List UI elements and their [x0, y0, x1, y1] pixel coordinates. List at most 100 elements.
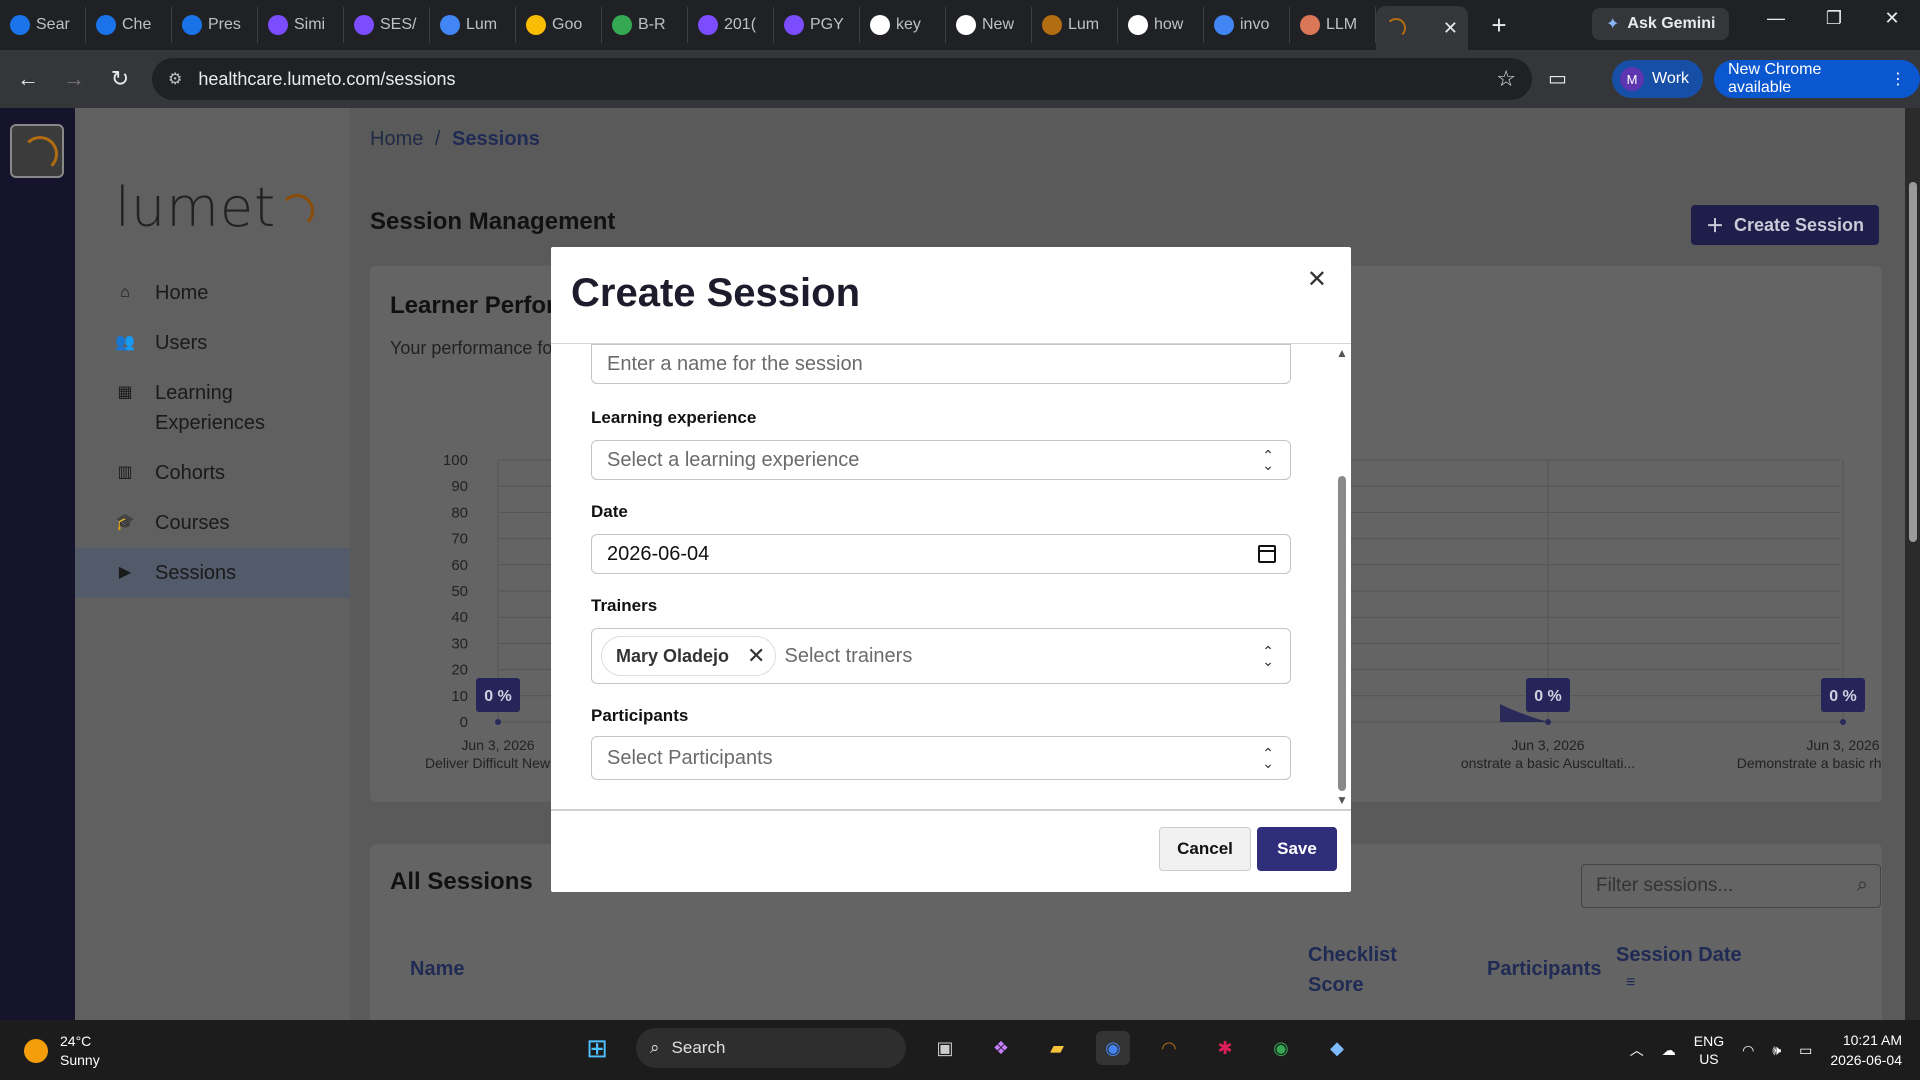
- browser-tab[interactable]: Che: [86, 7, 172, 43]
- cancel-button[interactable]: Cancel: [1159, 827, 1251, 871]
- lumeto-icon: [1042, 15, 1062, 35]
- volume-icon[interactable]: 🕪: [1772, 1042, 1781, 1059]
- participants-select[interactable]: Select Participants ⌃ ⌄: [591, 736, 1291, 780]
- date-label: Date: [591, 502, 628, 521]
- windows-start-icon[interactable]: ⊞: [580, 1031, 614, 1065]
- participants-label: Participants: [591, 706, 689, 725]
- browser-tab[interactable]: Goo: [516, 7, 602, 43]
- remove-chip-icon[interactable]: ✕: [747, 643, 765, 669]
- trainers-placeholder: Select trainers: [784, 644, 913, 667]
- updown-chevron-icon: ⌃ ⌄: [1262, 643, 1274, 669]
- restore-icon[interactable]: ❐: [1814, 8, 1854, 29]
- ask-gemini-button[interactable]: ✦ Ask Gemini: [1592, 8, 1730, 40]
- forward-icon[interactable]: →: [56, 66, 92, 92]
- modal-overlay: Create Session ✕ Enter a name for the se…: [0, 108, 1920, 1020]
- google-icon: [870, 15, 890, 35]
- clock[interactable]: 10:21 AM 2026-06-04: [1830, 1030, 1902, 1070]
- browser-tab[interactable]: key: [860, 7, 946, 43]
- sun-icon: [24, 1039, 48, 1063]
- browser-tab[interactable]: invo: [1204, 7, 1290, 43]
- language-indicator[interactable]: ENG US: [1694, 1032, 1724, 1068]
- tab-label: Pres: [208, 16, 241, 33]
- back-icon[interactable]: ←: [10, 66, 46, 92]
- scroll-up-icon[interactable]: ▲: [1336, 346, 1348, 360]
- modal-scroll-thumb[interactable]: [1338, 476, 1346, 791]
- browser-tab[interactable]: LLM: [1290, 7, 1376, 43]
- close-tab-icon[interactable]: ✕: [1443, 18, 1458, 39]
- search-icon: ⌕: [650, 1038, 660, 1057]
- meet-icon: [526, 15, 546, 35]
- chevron-up-icon[interactable]: ︿: [1630, 1040, 1644, 1060]
- taskbar-search[interactable]: ⌕ Search: [636, 1028, 906, 1068]
- region-code: US: [1699, 1051, 1719, 1067]
- browser-tab[interactable]: how: [1118, 7, 1204, 43]
- tab-label: SES/: [380, 16, 417, 33]
- trainers-select[interactable]: Mary Oladejo ✕ Select trainers ⌃ ⌄: [591, 628, 1291, 684]
- weather-condition: Sunny: [60, 1052, 100, 1068]
- scroll-down-icon[interactable]: ▼: [1336, 793, 1348, 807]
- session-name-input[interactable]: Enter a name for the session: [591, 344, 1291, 384]
- participants-placeholder: Select Participants: [607, 746, 773, 769]
- more-vert-icon[interactable]: ⋮: [1890, 69, 1906, 89]
- play-icon: [784, 15, 804, 35]
- date-input[interactable]: 2026-06-04: [591, 534, 1291, 574]
- date: 2026-06-04: [1830, 1052, 1902, 1068]
- browser-tab[interactable]: Pres: [172, 7, 258, 43]
- file-explorer-icon[interactable]: ▰: [1040, 1031, 1074, 1065]
- number-4-icon: [440, 15, 460, 35]
- save-button[interactable]: Save: [1257, 827, 1337, 871]
- new-chrome-available-button[interactable]: New Chrome available ⋮: [1714, 60, 1920, 98]
- window-close-icon[interactable]: ✕: [1872, 8, 1912, 29]
- bookmark-star-icon[interactable]: ☆: [1496, 66, 1516, 92]
- wifi-icon[interactable]: ◠: [1742, 1042, 1754, 1059]
- browser-tab[interactable]: Lum: [430, 7, 516, 43]
- time: 10:21 AM: [1842, 1032, 1902, 1048]
- m365-icon[interactable]: ◆: [1320, 1031, 1354, 1065]
- learning-experience-select[interactable]: Select a learning experience ⌃ ⌄: [591, 440, 1291, 480]
- calendar-icon[interactable]: [1258, 545, 1276, 563]
- copilot-icon[interactable]: ❖: [984, 1031, 1018, 1065]
- task-view-icon[interactable]: ▣: [928, 1031, 962, 1065]
- weather-widget[interactable]: 24°C Sunny: [24, 1032, 100, 1070]
- chrome-icon[interactable]: ◉: [1264, 1031, 1298, 1065]
- browser-tab[interactable]: 201(: [688, 7, 774, 43]
- minimize-icon[interactable]: —: [1756, 8, 1796, 29]
- circle-c-icon: [96, 15, 116, 35]
- cast-icon[interactable]: ▭: [1548, 66, 1567, 91]
- browser-tab[interactable]: Simi: [258, 7, 344, 43]
- address-bar[interactable]: ⚙ healthcare.lumeto.com/sessions ☆: [152, 58, 1532, 100]
- browser-tab[interactable]: PGY: [774, 7, 860, 43]
- drive-icon: [612, 15, 632, 35]
- video-icon: [354, 15, 374, 35]
- web-page: lumet ⌂ Home 👥 Users ▦ Learning Experiences ▥ C…: [0, 108, 1920, 1020]
- active-tab[interactable]: ✕: [1376, 6, 1468, 50]
- reload-icon[interactable]: ↻: [102, 66, 138, 92]
- modal-scrollbar[interactable]: ▲ ▼: [1335, 346, 1349, 807]
- browser-tab[interactable]: Lum: [1032, 7, 1118, 43]
- lumeto-taskbar-icon[interactable]: ◠: [1152, 1031, 1186, 1065]
- tab-label: Lum: [1068, 16, 1100, 33]
- claude-icon: [1300, 15, 1320, 35]
- tab-label: how: [1154, 16, 1184, 33]
- tab-label: Che: [122, 16, 152, 33]
- onedrive-icon[interactable]: ☁: [1662, 1042, 1676, 1059]
- browser-tab[interactable]: Sear: [0, 7, 86, 43]
- tab-label: B-R: [638, 16, 666, 33]
- tab-label: Goo: [552, 16, 583, 33]
- learning-experience-placeholder: Select a learning experience: [607, 448, 860, 471]
- profile-button[interactable]: M Work: [1612, 60, 1704, 98]
- browser-tab[interactable]: New: [946, 7, 1032, 43]
- close-icon[interactable]: ✕: [1307, 265, 1327, 294]
- new-tab-icon[interactable]: +: [1484, 10, 1514, 41]
- tab-label: Simi: [294, 16, 326, 33]
- battery-icon[interactable]: ▭: [1799, 1042, 1812, 1059]
- site-settings-icon[interactable]: ⚙: [168, 69, 182, 89]
- browser-tab[interactable]: SES/: [344, 7, 430, 43]
- session-name-placeholder: Enter a name for the session: [607, 352, 863, 375]
- tab-label: key: [896, 16, 921, 33]
- slack-icon[interactable]: ✱: [1208, 1031, 1242, 1065]
- chrome-icon[interactable]: ◉: [1096, 1031, 1130, 1065]
- updown-chevron-icon: ⌃ ⌄: [1262, 745, 1274, 771]
- tab-label: Sear: [36, 16, 70, 33]
- browser-tab[interactable]: B-R: [602, 7, 688, 43]
